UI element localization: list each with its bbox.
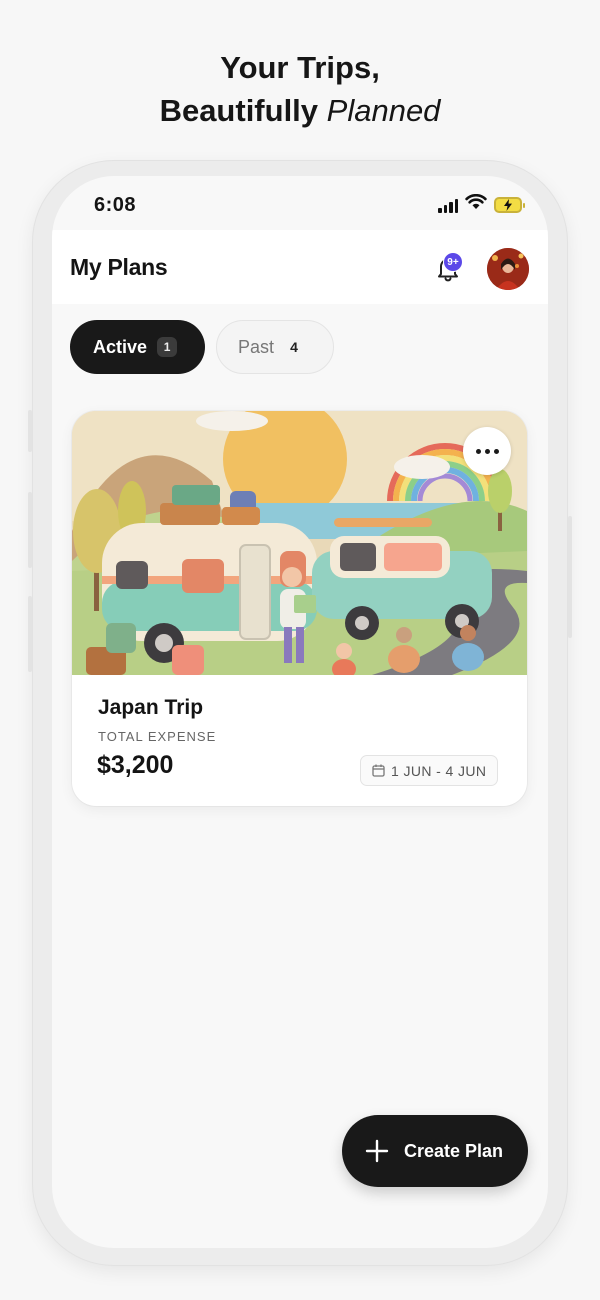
trip-card[interactable]: Japan Trip TOTAL EXPENSE $3,200 1 JUN - … — [72, 411, 527, 806]
notification-badge: 9+ — [443, 252, 463, 272]
create-plan-label: Create Plan — [404, 1140, 504, 1161]
page-title: My Plans — [70, 254, 168, 280]
promo-line-2-bold: Beautifully — [159, 93, 319, 128]
trip-name: Japan Trip — [98, 696, 204, 719]
avatar[interactable] — [487, 248, 529, 290]
battery-charging-icon — [494, 196, 525, 213]
app-header: My Plans 9+ — [52, 230, 548, 304]
phone-side-button — [28, 410, 32, 452]
tab-past-label: Past — [238, 336, 275, 357]
tab-active-label: Active — [93, 336, 148, 357]
tab-past[interactable]: Past 4 — [216, 320, 334, 374]
phone-side-button — [568, 516, 572, 638]
date-range-text: 1 JUN - 4 JUN — [391, 762, 487, 779]
promo-headline: Your Trips, Beautifully Planned — [0, 46, 600, 132]
plus-icon — [365, 1139, 389, 1163]
status-time: 6:08 — [94, 194, 137, 216]
wifi-icon — [465, 194, 487, 215]
calendar-icon — [372, 764, 385, 777]
cellular-signal-icon — [438, 197, 458, 213]
app-screen: 6:08 My Plans 9+ Active 1 Past 4 Japan T… — [52, 176, 548, 1248]
date-range-chip: 1 JUN - 4 JUN — [360, 755, 499, 786]
trip-cover-illustration — [72, 411, 527, 675]
tab-active[interactable]: Active 1 — [70, 320, 205, 374]
promo-line-2: Beautifully Planned — [0, 89, 600, 132]
status-icons — [438, 194, 525, 215]
phone-side-button — [28, 596, 32, 672]
tab-active-count: 1 — [157, 337, 178, 357]
tab-past-count: 4 — [290, 339, 298, 355]
trip-menu-button[interactable] — [463, 427, 511, 475]
more-horizontal-icon — [475, 448, 481, 454]
expense-value: $3,200 — [97, 751, 174, 779]
phone-side-button — [28, 492, 32, 568]
promo-line-1: Your Trips, — [220, 50, 380, 85]
expense-label: TOTAL EXPENSE — [98, 729, 217, 744]
promo-line-2-italic: Planned — [326, 93, 441, 128]
create-plan-button[interactable]: Create Plan — [342, 1115, 528, 1187]
